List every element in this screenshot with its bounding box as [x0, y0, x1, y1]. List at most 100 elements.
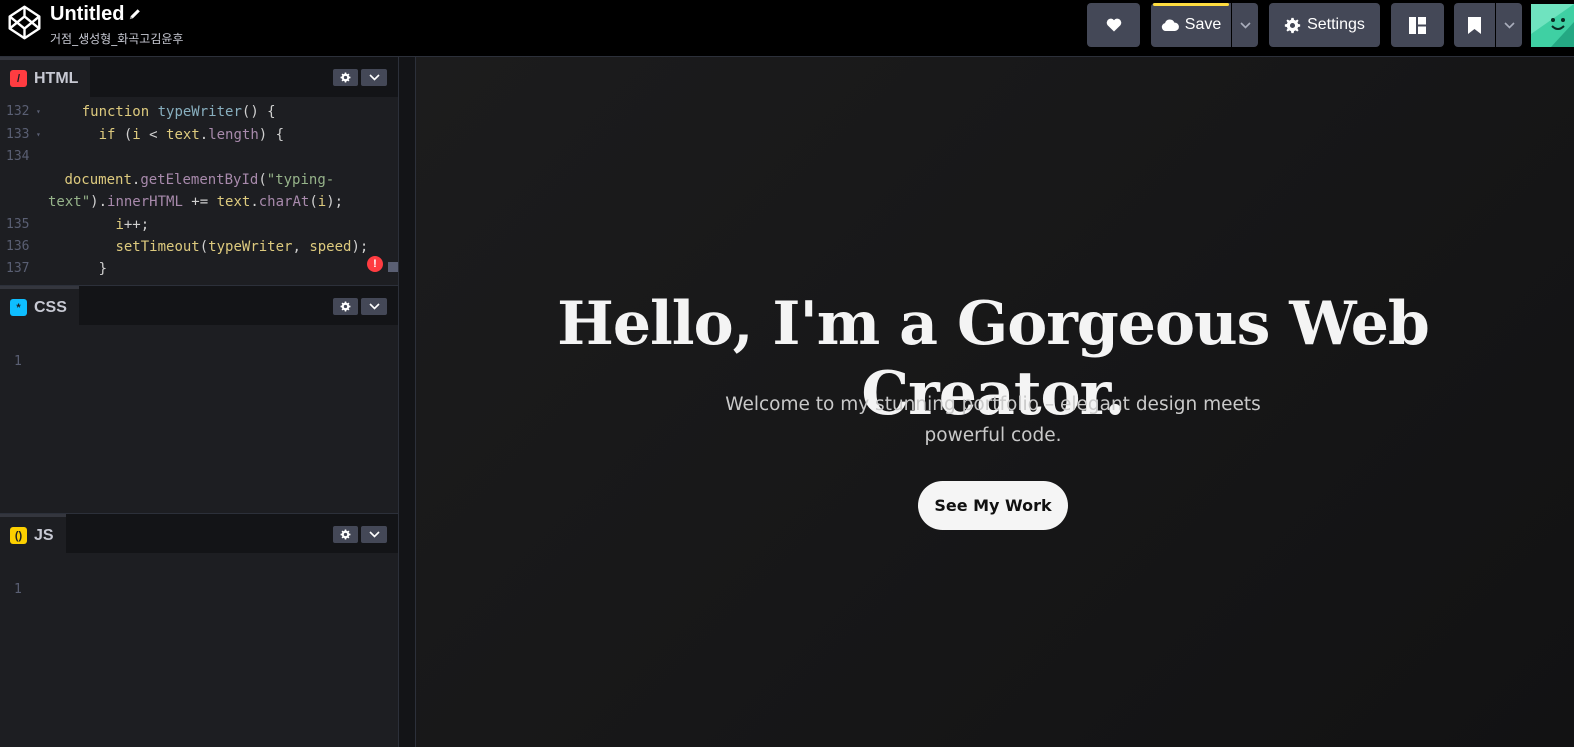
line-number: 136 — [6, 239, 30, 254]
code-token: ) { — [258, 127, 285, 143]
code-token: . — [199, 127, 209, 143]
code-token: () { — [241, 104, 276, 120]
save-options-dropdown[interactable] — [1232, 3, 1258, 47]
code-text: text").innerHTML += text.charAt(i); — [48, 191, 343, 213]
html-tab-label: HTML — [34, 69, 79, 87]
css-collapse-button[interactable] — [361, 298, 387, 315]
user-avatar[interactable] — [1531, 4, 1574, 47]
code-token: text" — [48, 194, 91, 210]
heart-icon — [1106, 18, 1121, 32]
tab-html[interactable]: / HTML — [0, 57, 91, 97]
chevron-down-icon — [1503, 21, 1515, 29]
cloud-icon — [1161, 19, 1179, 31]
pen-title-text[interactable]: Untitled — [50, 3, 124, 25]
line-number: 1 — [14, 582, 22, 597]
like-button[interactable] — [1087, 3, 1140, 47]
settings-label: Settings — [1307, 16, 1365, 33]
html-slash-icon: / — [10, 70, 27, 87]
bookmark-icon — [1468, 16, 1481, 34]
code-token: . — [250, 194, 259, 210]
line-number: 132 — [6, 104, 30, 119]
tab-js[interactable]: () JS — [0, 514, 66, 554]
css-settings-button[interactable] — [333, 298, 358, 315]
chevron-down-icon — [1239, 21, 1251, 29]
settings-button[interactable]: Settings — [1269, 3, 1380, 47]
code-token: getElementById — [140, 172, 259, 188]
code-text: document.getElementById("typing- — [56, 169, 334, 191]
html-code-line: 132 ▾ function typeWriter() { — [0, 101, 380, 123]
code-text: if (i < text.length) { — [48, 124, 284, 146]
code-token: typeWriter — [157, 104, 242, 120]
js-code-editor[interactable]: 1 — [0, 553, 398, 747]
code-token: ( — [199, 239, 209, 255]
codepen-logo-icon[interactable] — [6, 4, 43, 41]
css-code-line: 1 — [0, 329, 51, 369]
line-number: 134 — [6, 149, 30, 164]
gear-icon — [340, 301, 351, 312]
code-token: "typing- — [266, 172, 335, 188]
code-text: function typeWriter() { — [48, 101, 276, 123]
pencil-icon[interactable] — [128, 7, 142, 21]
layout-icon — [1409, 16, 1426, 34]
bookmark-options-dropdown[interactable] — [1496, 3, 1522, 47]
css-tab-label: CSS — [34, 298, 67, 316]
code-token: charAt — [258, 194, 310, 210]
code-token: } — [48, 261, 108, 277]
see-my-work-button[interactable]: See My Work — [918, 481, 1068, 530]
code-token: ( — [258, 172, 267, 188]
code-text: i++; — [48, 214, 149, 236]
unsaved-indicator — [1153, 3, 1229, 6]
code-token: typeWriter — [208, 239, 293, 255]
change-view-button[interactable] — [1391, 3, 1444, 47]
code-token: setTimeout — [115, 239, 200, 255]
save-button[interactable]: Save — [1151, 3, 1231, 47]
hero-subtitle: Welcome to my stunning portfolio – elega… — [725, 394, 1261, 446]
html-collapse-button[interactable] — [361, 69, 387, 86]
code-token: , — [292, 239, 310, 255]
chevron-down-icon — [368, 74, 380, 81]
fold-arrow-icon[interactable]: ▾ — [36, 124, 41, 146]
fold-arrow-icon[interactable]: ▾ — [36, 101, 41, 123]
code-token: text — [166, 127, 200, 143]
chevron-down-icon — [368, 531, 380, 538]
gear-icon — [340, 72, 351, 83]
pen-author[interactable]: 거점_생성형_화곡고김윤후 — [50, 30, 183, 47]
code-token: ( — [115, 127, 133, 143]
code-token: function — [81, 104, 150, 120]
chevron-down-icon — [368, 303, 380, 310]
css-code-editor[interactable]: 1 — [0, 325, 398, 513]
bookmark-button[interactable] — [1454, 3, 1495, 47]
code-token: length — [208, 127, 259, 143]
code-token: document — [64, 172, 132, 188]
css-editor-header: * CSS — [0, 285, 398, 326]
html-code-line: 136 setTimeout(typeWriter, speed); — [0, 236, 380, 258]
tab-css[interactable]: * CSS — [0, 286, 79, 326]
code-token: ++; — [123, 217, 150, 233]
avatar-image-icon — [1531, 4, 1574, 47]
code-token: if — [98, 127, 116, 143]
line-number: 133 — [6, 127, 30, 142]
js-code-line: 1 — [0, 557, 51, 597]
js-editor-header: () JS — [0, 513, 398, 554]
code-text: } — [48, 258, 107, 280]
js-settings-button[interactable] — [333, 526, 358, 543]
error-icon[interactable]: ! — [367, 256, 383, 272]
editor-scrollbar[interactable] — [388, 262, 398, 272]
html-settings-button[interactable] — [333, 69, 358, 86]
html-code-line: 137 } — [0, 258, 380, 280]
code-token: speed — [309, 239, 352, 255]
pen-title[interactable]: Untitled — [50, 3, 183, 25]
code-token: i — [115, 217, 124, 233]
html-code-editor[interactable]: 132 ▾ function typeWriter() {133 ▾ if (i <… — [0, 97, 398, 285]
code-token: ); — [326, 194, 344, 210]
resize-handle[interactable] — [398, 57, 416, 747]
code-token: += — [182, 194, 217, 210]
save-label: Save — [1184, 16, 1222, 33]
js-collapse-button[interactable] — [361, 526, 387, 543]
js-braces-icon: () — [10, 527, 27, 544]
line-number: 1 — [14, 354, 22, 369]
js-tab-label: JS — [34, 526, 54, 544]
